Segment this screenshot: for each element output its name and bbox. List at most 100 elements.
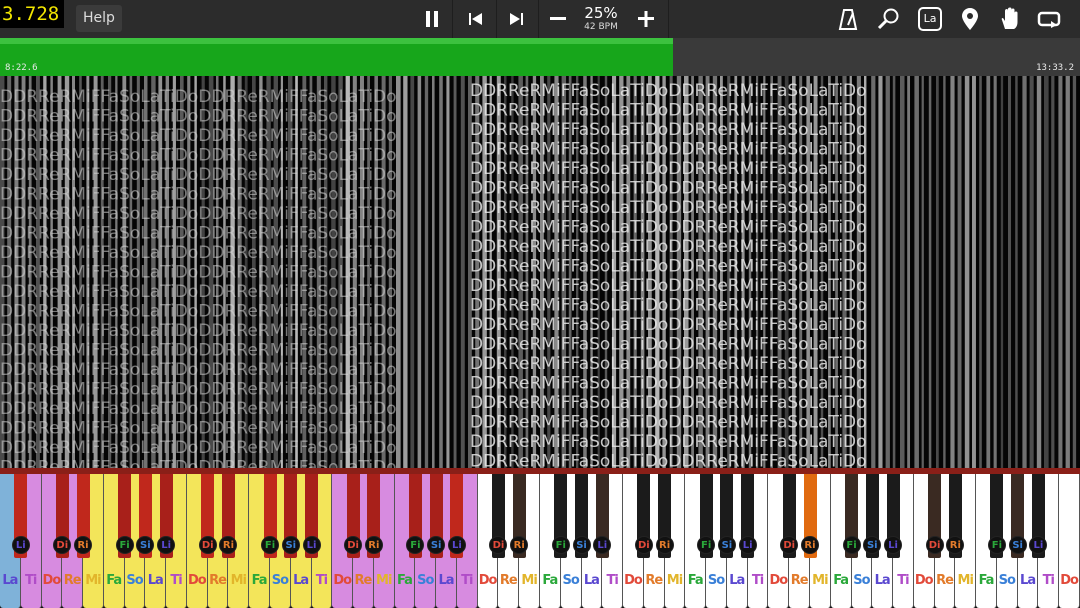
note-label-row: DDRReRMiFFaSoLaTiDoDDRReRMiFFaSoLaTiDo	[0, 243, 397, 263]
black-key-label: Ri	[655, 536, 674, 554]
black-key-label: Fi	[115, 536, 134, 554]
note-label-row: DDRReRMiFFaSoLaTiDoDDRReRMiFFaSoLaTiDo	[0, 204, 397, 224]
white-key-label: Mi	[230, 573, 247, 588]
skip-forward-icon	[510, 13, 523, 25]
speed-increase-button[interactable]	[630, 4, 662, 34]
black-key-label: Di	[634, 536, 653, 554]
white-key-label: Fa	[251, 573, 268, 588]
white-key-label: Fa	[687, 573, 704, 588]
progress-fill	[0, 38, 673, 76]
note-label-row: DDRReRMiFFaSoLaTiDoDDRReRMiFFaSoLaTiDo	[470, 452, 867, 469]
note-column	[417, 76, 422, 468]
white-key-label: La	[438, 573, 454, 588]
elapsed-time: 8:22.6	[5, 63, 38, 73]
white-key-label: Re	[354, 573, 373, 588]
song-progress-bar[interactable]: 8:22.6 13:33.2	[0, 38, 1080, 76]
note-column	[900, 76, 905, 468]
note-label-row: DDRReRMiFFaSoLaTiDoDDRReRMiFFaSoLaTiDo	[470, 237, 867, 257]
previous-button[interactable]	[460, 4, 492, 34]
note-column	[928, 76, 932, 468]
metronome-button[interactable]	[832, 4, 864, 34]
pause-button[interactable]	[416, 4, 448, 34]
black-key-label: Li	[884, 536, 903, 554]
note-label-row: DDRReRMiFFaSoLaTiDoDDRReRMiFFaSoLaTiDo	[470, 140, 867, 160]
white-key-label: Fa	[978, 573, 995, 588]
black-key-label: Ri	[74, 536, 93, 554]
white-key[interactable]: Do	[1059, 474, 1080, 608]
note-label-row: DDRReRMiFFaSoLaTiDoDDRReRMiFFaSoLaTiDo	[0, 146, 397, 166]
note-label-row: DDRReRMiFFaSoLaTiDoDDRReRMiFFaSoLaTiDo	[470, 354, 867, 374]
black-key-label: Li	[302, 536, 321, 554]
black-key-label: Si	[717, 536, 736, 554]
white-key-label: So	[417, 573, 434, 588]
note-column	[979, 76, 982, 468]
note-label-row: DDRReRMiFFaSoLaTiDoDDRReRMiFFaSoLaTiDo	[470, 315, 867, 335]
note-column	[1008, 76, 1012, 468]
white-key-label: Re	[499, 573, 518, 588]
next-button[interactable]	[500, 4, 532, 34]
note-column	[453, 76, 457, 468]
white-key-label: So	[126, 573, 143, 588]
note-column	[957, 76, 962, 468]
black-key-label: Fi	[987, 536, 1006, 554]
white-key-label: Do	[333, 573, 352, 588]
marker-button[interactable]	[954, 4, 986, 34]
speed-display: 25% 42 BPM	[578, 4, 624, 32]
note-column	[1072, 76, 1077, 468]
white-key-label: La	[2, 573, 18, 588]
piano-keyboard[interactable]: La Ti Do Re Mi Fa So La Ti Do Re Mi Fa So La Ti Do Re Mi Fa…	[0, 474, 1080, 608]
note-column	[410, 76, 415, 468]
note-label-row: DDRReRMiFFaSoLaTiDoDDRReRMiFFaSoLaTiDo	[470, 257, 867, 277]
note-column	[943, 76, 946, 468]
note-label-row: DDRReRMiFFaSoLaTiDoDDRReRMiFFaSoLaTiDo	[470, 296, 867, 316]
white-key-label: Mi	[376, 573, 392, 588]
black-key-label: Li	[447, 536, 466, 554]
la-badge-icon: La	[918, 7, 942, 31]
note-column	[964, 76, 970, 468]
note-label-row: DDRReRMiFFaSoLaTiDoDDRReRMiFFaSoLaTiDo	[470, 120, 867, 140]
note-column	[1022, 76, 1027, 468]
white-key-label: La	[874, 573, 891, 588]
white-key-label: Ti	[606, 573, 619, 588]
note-column	[907, 76, 911, 468]
note-label-row: DDRReRMiFFaSoLaTiDoDDRReRMiFFaSoLaTiDo	[470, 432, 867, 452]
note-column	[892, 76, 896, 468]
note-label-row: DDRReRMiFFaSoLaTiDoDDRReRMiFFaSoLaTiDo	[470, 393, 867, 413]
metronome-icon	[838, 9, 858, 30]
white-key-label: Do	[478, 573, 498, 588]
note-label-row: DDRReRMiFFaSoLaTiDoDDRReRMiFFaSoLaTiDo	[0, 321, 397, 341]
note-column	[403, 76, 408, 468]
speed-decrease-button[interactable]	[542, 4, 574, 34]
note-label-row: DDRReRMiFFaSoLaTiDoDDRReRMiFFaSoLaTiDo	[470, 179, 867, 199]
top-toolbar: 3.728 Help 25% 42 BPM La	[0, 0, 1080, 38]
note-label-row: DDRReRMiFFaSoLaTiDoDDRReRMiFFaSoLaTiDo	[470, 198, 867, 218]
note-label-row: DDRReRMiFFaSoLaTiDoDDRReRMiFFaSoLaTiDo	[0, 165, 397, 185]
speed-bpm: 42 BPM	[584, 22, 618, 32]
white-key-label: Do	[1060, 573, 1079, 588]
black-key-label: Si	[1008, 536, 1027, 554]
note-column	[1000, 76, 1004, 468]
white-key-label: Ti	[751, 573, 764, 588]
hand-button[interactable]	[994, 4, 1026, 34]
loop-icon	[1037, 11, 1061, 28]
total-time: 13:33.2	[1036, 63, 1074, 73]
help-button[interactable]: Help	[76, 5, 122, 32]
note-label-row: DDRReRMiFFaSoLaTiDoDDRReRMiFFaSoLaTiDo	[470, 218, 867, 238]
loop-button[interactable]	[1034, 4, 1066, 34]
note-column	[986, 76, 991, 468]
note-label-row: DDRReRMiFFaSoLaTiDoDDRReRMiFFaSoLaTiDo	[0, 380, 397, 400]
white-key-label: La	[729, 573, 745, 588]
note-label-row: DDRReRMiFFaSoLaTiDoDDRReRMiFFaSoLaTiDo	[0, 360, 397, 380]
search-button[interactable]	[873, 4, 905, 34]
white-key-label: Mi	[666, 573, 683, 588]
note-column	[1065, 76, 1070, 468]
note-label-row: DDRReRMiFFaSoLaTiDoDDRReRMiFFaSoLaTiDo	[470, 374, 867, 394]
plus-icon	[638, 11, 654, 27]
white-key-label: So	[998, 573, 1016, 588]
falling-notes-area: DDRReRMiFFaSoLaTiDoDDRReRMiFFaSoLaTiDo DD…	[0, 76, 1080, 468]
note-label-row: DDRReRMiFFaSoLaTiDoDDRReRMiFFaSoLaTiDo	[0, 107, 397, 127]
solfege-label-button[interactable]: La	[914, 4, 946, 34]
black-key-label: Ri	[801, 536, 819, 554]
note-label-row: DDRReRMiFFaSoLaTiDoDDRReRMiFFaSoLaTiDo	[470, 159, 867, 179]
fps-counter: 3.728	[0, 0, 64, 28]
